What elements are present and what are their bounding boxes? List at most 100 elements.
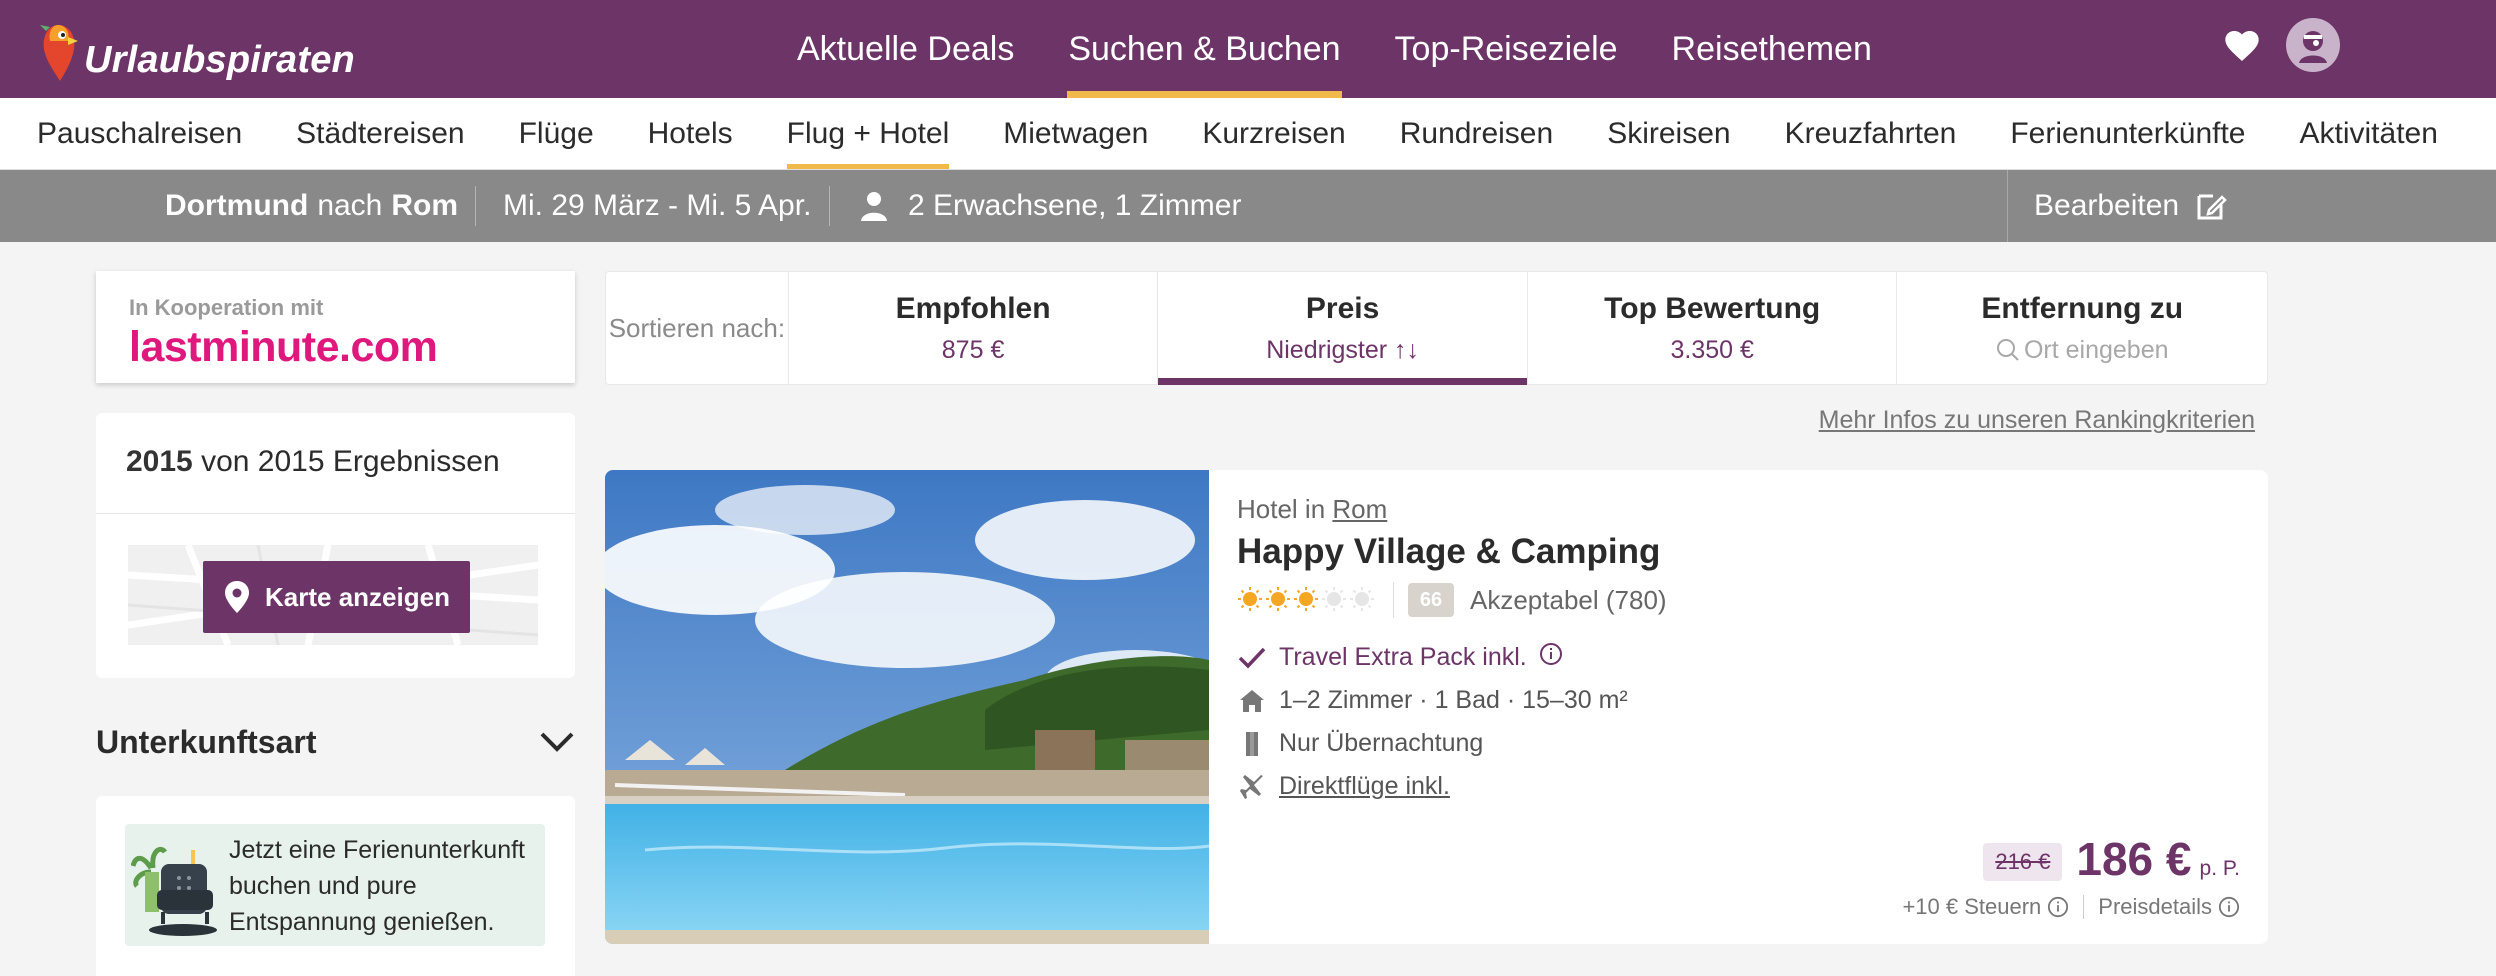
show-map-button[interactable]: Karte anzeigen	[203, 561, 470, 633]
sort-bar: Sortieren nach: Empfohlen 875 € Preis Ni…	[605, 271, 2268, 385]
feature-text: Travel Extra Pack inkl.	[1279, 643, 1527, 671]
sort-tab-title: Top Bewertung	[1604, 291, 1821, 325]
parrot-logo-icon	[36, 15, 82, 85]
price-block: 216 € 186 € p. P.	[1983, 832, 2240, 887]
sort-label: Sortieren nach:	[606, 272, 789, 384]
results-card: 2015 von 2015 Ergebnissen Karte anzeigen	[96, 413, 575, 678]
hotel-result-card[interactable]: Hotel in Rom Happy Village & Camping 66 …	[605, 470, 2268, 944]
sub-nav-label: Städtereisen	[296, 117, 465, 150]
heart-icon[interactable]	[2222, 26, 2262, 66]
info-icon[interactable]	[1539, 642, 1563, 673]
sub-nav-ferienunterkuenfte[interactable]: Ferienunterkünfte	[1983, 98, 2272, 169]
rating-divider	[1393, 582, 1394, 618]
sub-nav-label: Flüge	[518, 117, 594, 150]
results-divider	[96, 513, 575, 514]
star-empty-icon	[1321, 586, 1349, 614]
avatar-icon[interactable]	[2286, 18, 2340, 72]
sub-nav-fluege[interactable]: Flüge	[492, 98, 621, 169]
feature-text: 1–2 Zimmer · 1 Bad · 15–30 m²	[1279, 686, 1628, 714]
old-price: 216 €	[1983, 843, 2063, 881]
filter-accommodation-type[interactable]: Unterkunftsart	[96, 720, 575, 764]
sub-nav-staedtereisen[interactable]: Städtereisen	[269, 98, 491, 169]
search-travellers[interactable]: 2 Erwachsene, 1 Zimmer	[860, 170, 1241, 242]
search-dates[interactable]: Mi. 29 März - Mi. 5 Apr.	[503, 170, 811, 242]
sub-nav-flug-hotel[interactable]: Flug + Hotel	[760, 98, 977, 169]
results-count-number: 2015	[126, 445, 193, 478]
check-icon	[1237, 643, 1267, 673]
main-nav-label: Aktuelle Deals	[797, 29, 1015, 68]
sub-nav-skireisen[interactable]: Skireisen	[1580, 98, 1757, 169]
sort-tab-distance[interactable]: Entfernung zu Ort eingeben	[1897, 272, 2267, 384]
feature-board: Nur Übernachtung	[1237, 722, 1628, 765]
summary-divider	[475, 186, 476, 226]
door-icon	[1237, 729, 1267, 759]
main-nav-label: Reisethemen	[1671, 29, 1872, 68]
sort-tab-title: Entfernung zu	[1981, 291, 2184, 325]
feature-text: Nur Übernachtung	[1279, 729, 1484, 757]
summary-divider	[829, 186, 830, 226]
distance-location-input[interactable]: Ort eingeben	[1996, 336, 2169, 365]
sub-nav-label: Rundreisen	[1399, 117, 1554, 150]
sort-tab-title: Preis	[1305, 291, 1380, 325]
sort-tab-value: 875 €	[941, 335, 1005, 364]
promo-card: Jetzt eine Ferienunterkunft buchen und p…	[96, 796, 575, 976]
edit-icon	[2197, 194, 2227, 220]
sort-tab-price[interactable]: Preis Niedrigster ↑↓	[1158, 272, 1528, 385]
search-summary-bar[interactable]: Dortmund nach Rom Mi. 29 März - Mi. 5 Ap…	[0, 170, 2496, 242]
show-map-label: Karte anzeigen	[265, 581, 450, 612]
main-nav-reisethemen[interactable]: Reisethemen	[1645, 0, 1899, 98]
main-nav-suchen-buchen[interactable]: Suchen & Buchen	[1041, 0, 1367, 98]
hotel-rating: 66 Akzeptabel (780)	[1237, 580, 1667, 620]
top-header: Urlaubspiraten Aktuelle Deals Suchen & B…	[0, 0, 2496, 98]
info-icon[interactable]	[2218, 896, 2240, 918]
info-icon[interactable]	[2047, 896, 2069, 918]
star-rating	[1237, 586, 1377, 614]
armchair-plant-illustration-icon	[130, 838, 221, 938]
sort-tab-top-rating[interactable]: Top Bewertung 3.350 €	[1528, 272, 1898, 384]
review-score-label[interactable]: Akzeptabel (780)	[1470, 585, 1667, 616]
sub-nav-label: Kurzreisen	[1202, 117, 1346, 150]
sub-nav-kurzreisen[interactable]: Kurzreisen	[1175, 98, 1372, 169]
main-nav-aktuelle-deals[interactable]: Aktuelle Deals	[770, 0, 1041, 98]
sub-nav-pauschalreisen[interactable]: Pauschalreisen	[10, 98, 269, 169]
logo-text: Urlaubspiraten	[84, 38, 355, 81]
hotel-features: Travel Extra Pack inkl. 1–2 Zimmer · 1 B…	[1237, 636, 1628, 808]
sub-nav-label: Aktivitäten	[2299, 117, 2438, 150]
main-nav: Aktuelle Deals Suchen & Buchen Top-Reise…	[770, 0, 1899, 98]
edit-search-button[interactable]: Bearbeiten	[2034, 170, 2227, 242]
logo[interactable]: Urlaubspiraten	[36, 10, 355, 90]
sub-nav-kreuzfahrten[interactable]: Kreuzfahrten	[1758, 98, 1984, 169]
taxes-label: +10 € Steuern	[1902, 894, 2042, 919]
edit-area: Bearbeiten	[2007, 170, 2496, 242]
hotel-photo[interactable]	[605, 470, 1209, 944]
search-origin: Dortmund	[165, 189, 309, 222]
star-filled-icon	[1265, 586, 1293, 614]
sort-tab-recommended[interactable]: Empfohlen 875 €	[789, 272, 1159, 384]
search-icon	[1996, 339, 2019, 361]
hotel-city-link[interactable]: Rom	[1332, 494, 1387, 524]
sort-tab-value: 3.350 €	[1670, 335, 1754, 364]
sub-nav-hotels[interactable]: Hotels	[621, 98, 760, 169]
partner-label: In Kooperation mit	[129, 295, 324, 320]
main-nav-label: Suchen & Buchen	[1068, 29, 1341, 68]
sub-nav-label: Hotels	[647, 117, 733, 150]
sub-nav-mietwagen[interactable]: Mietwagen	[976, 98, 1175, 169]
sub-nav: Pauschalreisen Städtereisen Flüge Hotels…	[0, 98, 2496, 170]
price-footer: +10 € Steuern Preisdetails	[1902, 894, 2240, 920]
filter-title: Unterkunftsart	[96, 723, 317, 760]
holiday-rental-promo[interactable]: Jetzt eine Ferienunterkunft buchen und p…	[125, 824, 545, 946]
sub-nav-rundreisen[interactable]: Rundreisen	[1373, 98, 1580, 169]
direct-flights-link[interactable]: Direktflüge inkl.	[1279, 772, 1450, 801]
ranking-criteria-link[interactable]: Mehr Infos zu unseren Rankingkriterien	[1800, 406, 2255, 435]
search-route[interactable]: Dortmund nach Rom	[165, 170, 458, 242]
main-nav-top-reiseziele[interactable]: Top-Reiseziele	[1368, 0, 1645, 98]
feature-rooms: 1–2 Zimmer · 1 Bad · 15–30 m²	[1237, 679, 1628, 722]
partner-box: In Kooperation mit lastminute.com	[96, 271, 575, 383]
star-empty-icon	[1349, 586, 1377, 614]
hotel-name[interactable]: Happy Village & Camping	[1237, 532, 1660, 572]
sub-nav-aktivitaeten[interactable]: Aktivitäten	[2273, 98, 2465, 169]
price-details-link[interactable]: Preisdetails	[2098, 894, 2212, 920]
sub-nav-label: Pauschalreisen	[37, 117, 243, 150]
feature-flights: Direktflüge inkl.	[1237, 765, 1628, 808]
edit-search-label: Bearbeiten	[2034, 189, 2180, 222]
